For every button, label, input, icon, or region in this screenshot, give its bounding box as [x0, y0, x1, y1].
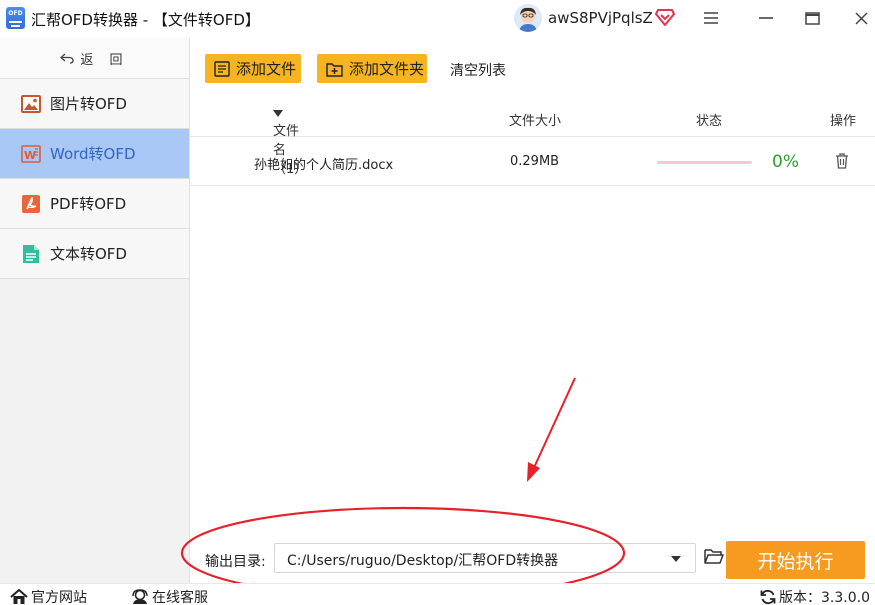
- sidebar: 返 回 图片转OFD W Word转OFD PDF转OFD 文本转OFD: [0, 38, 190, 583]
- column-action: 操作: [830, 114, 857, 129]
- home-icon: [10, 589, 28, 604]
- progress-bar: [657, 161, 752, 164]
- status-bar: 官方网站 在线客服 版本：3.3.0.0: [0, 583, 875, 605]
- sidebar-item-pdf-to-ofd[interactable]: PDF转OFD: [0, 179, 189, 229]
- vip-diamond-icon[interactable]: [655, 8, 675, 26]
- output-dir-select[interactable]: C:/Users/ruguo/Desktop/汇帮OFD转换器: [274, 543, 696, 573]
- sidebar-item-word-to-ofd[interactable]: W Word转OFD: [0, 129, 189, 179]
- output-dir-label: 输出目录:: [205, 554, 266, 570]
- username-label[interactable]: awS8PVjPqlsZ: [548, 9, 653, 27]
- sort-caret-icon: [273, 110, 283, 117]
- column-status: 状态: [696, 114, 723, 129]
- app-logo-icon: OFD: [6, 7, 25, 29]
- delete-icon[interactable]: [835, 153, 849, 173]
- sidebar-item-label: 图片转OFD: [50, 95, 127, 113]
- sidebar-item-text-to-ofd[interactable]: 文本转OFD: [0, 229, 189, 279]
- table-row[interactable]: 孙艳如的个人简历.docx 0.29MB 0%: [190, 138, 875, 186]
- text-file-icon: [21, 244, 41, 264]
- pdf-icon: [21, 194, 41, 214]
- file-name: 孙艳如的个人简历.docx: [254, 158, 394, 173]
- column-size: 文件大小: [509, 114, 562, 129]
- add-folder-icon: [326, 62, 343, 77]
- add-file-icon: [214, 60, 230, 77]
- chevron-down-icon: [671, 556, 681, 562]
- refresh-icon: [760, 589, 776, 605]
- close-icon[interactable]: [848, 6, 874, 30]
- version-label: 版本：3.3.0.0: [779, 590, 870, 605]
- progress-percent: 0%: [772, 152, 799, 172]
- minimize-icon[interactable]: [753, 6, 779, 30]
- window-title: 汇帮OFD转换器 - 【文件转OFD】: [31, 11, 260, 29]
- sidebar-item-label: Word转OFD: [50, 145, 136, 163]
- word-icon: W: [21, 144, 41, 164]
- maximize-icon[interactable]: [799, 6, 825, 30]
- back-label: 返 回: [80, 52, 129, 68]
- annotation-arrow: [531, 377, 576, 473]
- user-avatar[interactable]: [514, 4, 542, 32]
- add-file-label: 添加文件: [236, 60, 297, 78]
- file-size: 0.29MB: [510, 154, 560, 169]
- output-dir-value: C:/Users/ruguo/Desktop/汇帮OFD转换器: [287, 553, 559, 569]
- support-label: 在线客服: [152, 590, 208, 605]
- annotation-arrowhead: [527, 462, 540, 482]
- sidebar-item-image-to-ofd[interactable]: 图片转OFD: [0, 79, 189, 129]
- column-filename[interactable]: 文件名（1）: [273, 110, 307, 177]
- back-button[interactable]: 返 回: [0, 38, 189, 79]
- sidebar-item-label: PDF转OFD: [50, 195, 127, 213]
- add-folder-label: 添加文件夹: [349, 60, 425, 78]
- add-file-button[interactable]: 添加文件: [205, 54, 301, 83]
- headset-icon: [132, 589, 148, 604]
- title-bar: OFD 汇帮OFD转换器 - 【文件转OFD】 awS8PVjPqlsZ: [0, 0, 875, 38]
- clear-list-button[interactable]: 清空列表: [450, 60, 506, 80]
- back-arrow-icon: [60, 53, 75, 64]
- add-folder-button[interactable]: 添加文件夹: [317, 54, 427, 83]
- version-info[interactable]: 版本：3.3.0.0: [760, 587, 870, 605]
- start-button[interactable]: 开始执行: [726, 541, 865, 579]
- website-label: 官方网站: [31, 590, 87, 605]
- app-logo-text: OFD: [8, 10, 23, 17]
- support-link[interactable]: 在线客服: [131, 587, 208, 605]
- sidebar-item-label: 文本转OFD: [50, 245, 127, 263]
- file-table-header: 文件名（1） 文件大小 状态 操作: [190, 100, 875, 177]
- svg-text:W: W: [24, 149, 36, 162]
- menu-icon[interactable]: [698, 6, 724, 30]
- image-icon: [21, 94, 41, 114]
- website-link[interactable]: 官方网站: [10, 587, 87, 605]
- open-folder-icon[interactable]: [704, 548, 724, 566]
